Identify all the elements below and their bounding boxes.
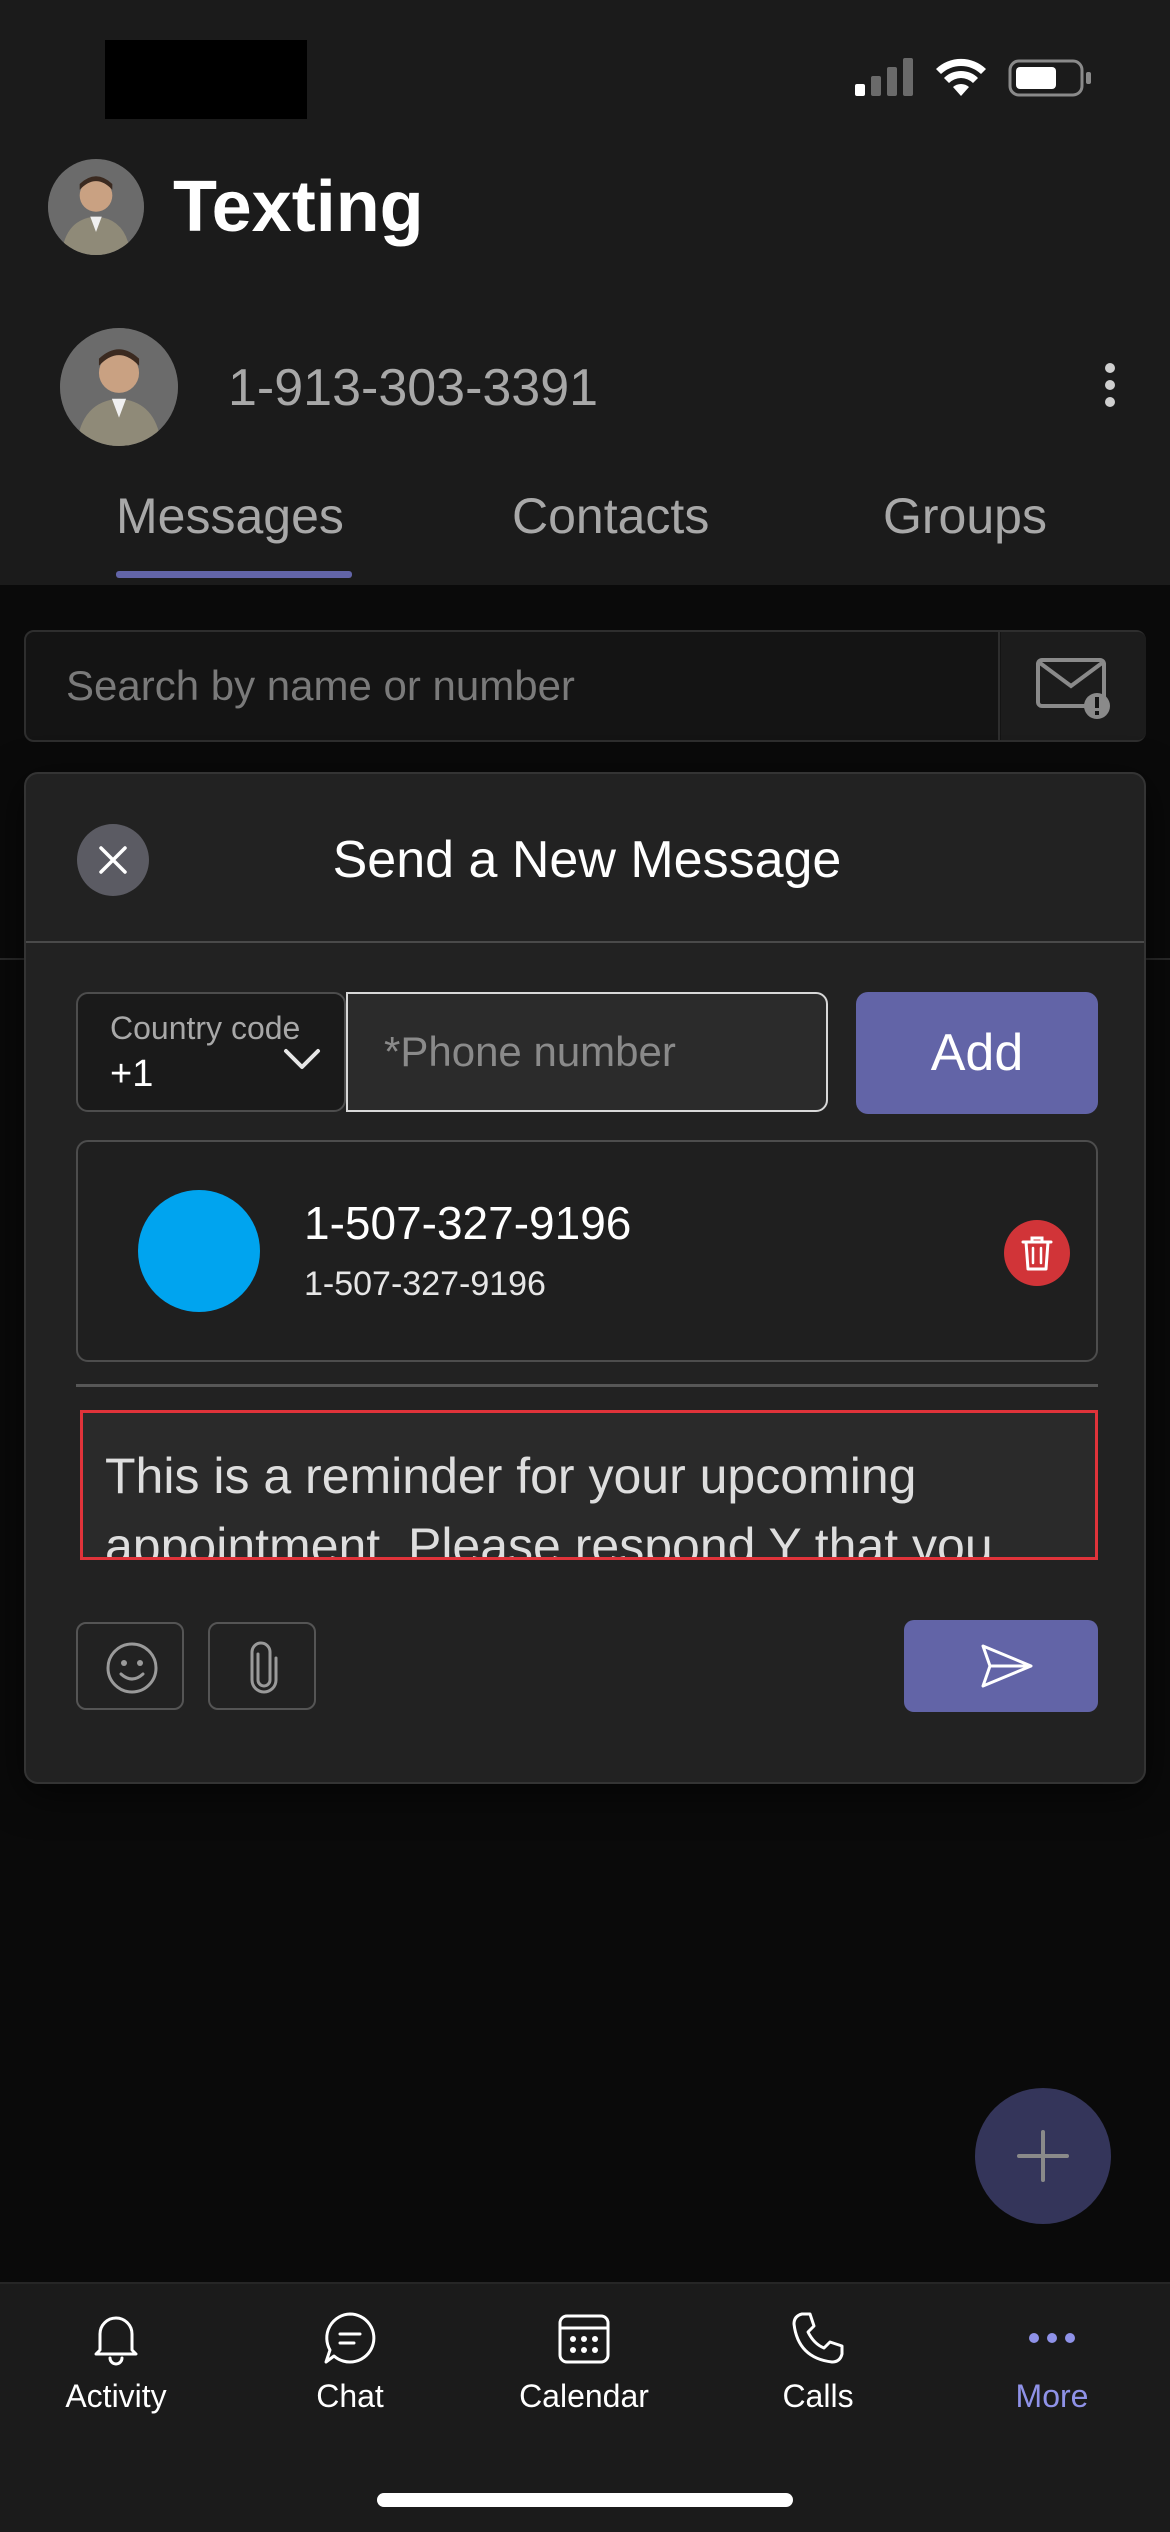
nav-item-more[interactable]: More <box>952 2300 1152 2430</box>
paperclip-icon <box>250 1641 278 1694</box>
add-recipient-button[interactable]: Add <box>856 992 1098 1114</box>
search-box <box>24 630 1146 742</box>
more-options-icon[interactable] <box>1098 360 1122 410</box>
plus-icon <box>1017 2130 1069 2182</box>
message-textarea[interactable]: This is a reminder for your upcoming app… <box>80 1410 1098 1560</box>
nav-item-calls[interactable]: Calls <box>718 2300 918 2430</box>
account-avatar <box>60 328 178 446</box>
nav-label-activity: Activity <box>65 2378 167 2414</box>
nav-item-activity[interactable]: Activity <box>16 2300 216 2430</box>
recipient-number: 1-507-327-9196 <box>304 1265 546 1303</box>
mail-alert-icon <box>1036 658 1110 719</box>
recipient-name: 1-507-327-9196 <box>304 1197 632 1249</box>
tab-groups[interactable]: Groups <box>883 480 1047 552</box>
trash-icon <box>1021 1236 1053 1271</box>
recipient-card: 1-507-327-9196 1-507-327-9196 <box>76 1140 1098 1362</box>
home-indicator <box>377 2493 793 2507</box>
emoji-button[interactable] <box>76 1622 184 1710</box>
country-code-select[interactable]: Country code +1 <box>76 992 346 1112</box>
account-phone-number: 1-913-303-3391 <box>228 359 599 417</box>
search-separator <box>998 632 1000 740</box>
country-code-value: +1 <box>110 1053 154 1095</box>
phone-number-field <box>346 992 828 1112</box>
compose-divider <box>76 1384 1098 1387</box>
new-message-fab[interactable] <box>975 2088 1111 2224</box>
more-horizontal-icon <box>1029 2333 1075 2343</box>
new-message-dialog: Send a New Message Country code +1 Add 1… <box>24 772 1146 1784</box>
redacted-time <box>105 40 307 119</box>
cellular-signal-icon <box>855 58 913 96</box>
search-input[interactable] <box>66 656 966 716</box>
nav-item-chat[interactable]: Chat <box>250 2300 450 2430</box>
tab-messages[interactable]: Messages <box>116 480 344 552</box>
nav-label-calls: Calls <box>782 2378 854 2414</box>
nav-item-calendar[interactable]: Calendar <box>484 2300 684 2430</box>
chevron-down-icon <box>284 1049 320 1069</box>
user-avatar[interactable] <box>48 159 144 255</box>
send-icon <box>981 1644 1033 1688</box>
dialog-header-divider <box>26 941 1144 943</box>
phone-icon <box>792 2312 844 2364</box>
active-tab-indicator <box>116 571 352 578</box>
bell-icon <box>94 2316 138 2366</box>
tab-contacts[interactable]: Contacts <box>512 480 709 552</box>
remove-recipient-button[interactable] <box>1004 1220 1070 1286</box>
calendar-icon <box>558 2314 610 2364</box>
wifi-icon <box>936 58 986 96</box>
phone-number-input[interactable] <box>384 1022 804 1082</box>
dialog-title: Send a New Message <box>332 831 842 889</box>
battery-icon <box>1008 59 1091 97</box>
attach-file-button[interactable] <box>208 1622 316 1710</box>
recipient-avatar <box>138 1190 260 1312</box>
send-message-button[interactable] <box>904 1620 1098 1712</box>
message-text: This is a reminder for your upcoming app… <box>105 1448 993 1560</box>
app-title: Texting <box>173 167 424 247</box>
nav-label-more: More <box>1015 2378 1089 2414</box>
nav-label-chat: Chat <box>316 2378 384 2414</box>
chat-icon <box>324 2312 376 2364</box>
unread-messages-button[interactable] <box>1001 632 1146 740</box>
nav-label-calendar: Calendar <box>519 2378 649 2414</box>
country-code-label: Country code <box>110 1010 301 1046</box>
emoji-icon <box>106 1642 158 1694</box>
